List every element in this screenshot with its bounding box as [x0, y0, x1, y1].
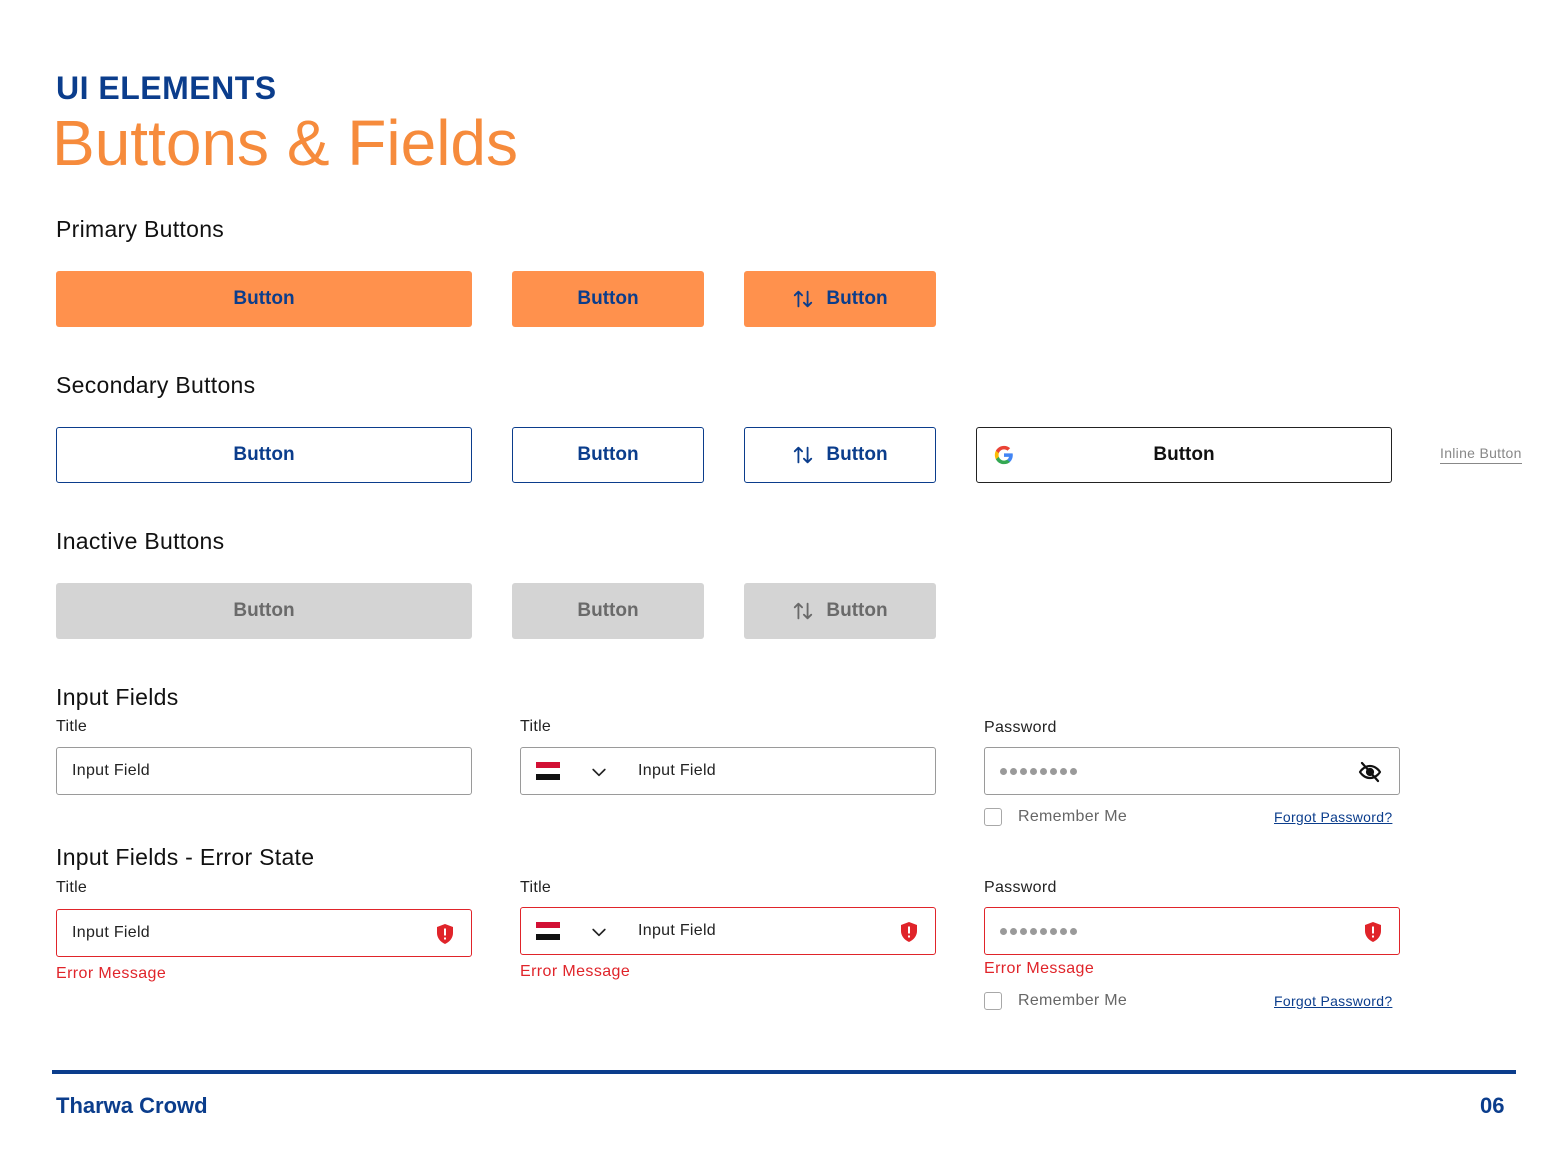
chevron-down-icon[interactable] [589, 922, 609, 942]
button-label: Button [233, 444, 295, 465]
primary-buttons-heading: Primary Buttons [56, 216, 225, 242]
sort-arrows-icon [794, 602, 813, 620]
inactive-button-with-icon: Button [744, 583, 936, 639]
field-title-label: Title [520, 879, 552, 896]
password-label: Password [984, 879, 1057, 896]
error-state-heading: Input Fields - Error State [56, 844, 315, 870]
forgot-password-link[interactable]: Forgot Password? [1274, 993, 1392, 1009]
footer-brand: Tharwa Crowd [56, 1093, 208, 1118]
eye-off-icon[interactable] [1357, 760, 1383, 784]
primary-button-small[interactable]: Button [512, 271, 704, 327]
secondary-button-with-icon[interactable]: Button [744, 427, 936, 483]
text-input-field-error[interactable]: Input Field [56, 909, 472, 957]
button-label: Button [233, 600, 295, 621]
button-label: Button [233, 288, 295, 309]
input-value: Input Field [72, 762, 151, 779]
chevron-down-icon[interactable] [589, 762, 609, 782]
input-value: Input Field [72, 924, 151, 941]
button-label: Button [577, 288, 639, 309]
error-message: Error Message [56, 965, 167, 982]
phone-input-field[interactable]: Input Field [520, 747, 936, 795]
password-label: Password [984, 719, 1057, 736]
button-label: Button [577, 444, 639, 465]
password-field[interactable] [984, 747, 1400, 795]
inactive-button-small: Button [512, 583, 704, 639]
field-title-label: Title [56, 879, 88, 896]
secondary-button-small[interactable]: Button [512, 427, 704, 483]
page-title: Buttons & Fields [52, 107, 518, 179]
forgot-password-link[interactable]: Forgot Password? [1274, 809, 1392, 825]
primary-button-wide[interactable]: Button [56, 271, 472, 327]
error-shield-icon [1365, 922, 1381, 942]
field-title-label: Title [520, 718, 552, 735]
text-input-field[interactable]: Input Field [56, 747, 472, 795]
input-fields-heading: Input Fields [56, 684, 179, 710]
button-label: Button [826, 444, 888, 465]
google-icon [994, 445, 1013, 465]
section-eyebrow: UI ELEMENTS [56, 70, 277, 106]
password-mask [1000, 927, 1077, 935]
field-title-label: Title [56, 718, 88, 735]
error-message: Error Message [984, 960, 1095, 977]
inactive-button-wide: Button [56, 583, 472, 639]
password-field-error[interactable] [984, 907, 1400, 955]
google-sign-in-button[interactable]: Button [976, 427, 1392, 483]
secondary-button-wide[interactable]: Button [56, 427, 472, 483]
button-label: Button [826, 600, 888, 621]
remember-me-checkbox[interactable] [984, 992, 1002, 1010]
remember-me-label: Remember Me [1018, 808, 1128, 825]
remember-me-label: Remember Me [1018, 992, 1128, 1009]
sort-arrows-icon [794, 290, 813, 308]
error-shield-icon [901, 922, 917, 942]
input-value: Input Field [638, 762, 717, 779]
page-number: 06 [1480, 1093, 1505, 1118]
error-message: Error Message [520, 963, 631, 980]
button-label: Button [1153, 444, 1215, 465]
phone-input-field-error[interactable]: Input Field [520, 907, 936, 955]
egypt-flag-icon[interactable] [536, 762, 560, 780]
egypt-flag-icon[interactable] [536, 922, 560, 940]
button-label: Button [577, 600, 639, 621]
button-label: Button [826, 288, 888, 309]
password-mask [1000, 767, 1077, 775]
secondary-buttons-heading: Secondary Buttons [56, 372, 256, 398]
remember-me-checkbox[interactable] [984, 808, 1002, 826]
input-value: Input Field [638, 922, 717, 939]
sort-arrows-icon [794, 446, 813, 464]
inline-button[interactable]: Inline Button [1440, 445, 1522, 464]
primary-button-with-icon[interactable]: Button [744, 271, 936, 327]
footer-divider [52, 1070, 1516, 1074]
error-shield-icon [437, 924, 453, 944]
inactive-buttons-heading: Inactive Buttons [56, 528, 225, 554]
